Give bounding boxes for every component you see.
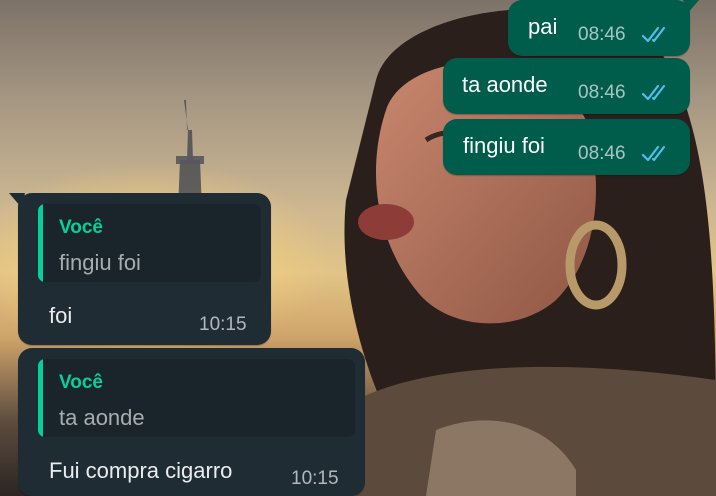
message-text: Fui compra cigarro xyxy=(49,458,233,483)
bubble-tail xyxy=(9,193,25,207)
quote-author: Você xyxy=(59,372,104,393)
quoted-message[interactable]: Você ta aonde xyxy=(38,359,355,437)
outgoing-message[interactable]: ta aonde 08:46 xyxy=(443,58,690,114)
incoming-message[interactable]: Você fingiu foi foi 10:15 xyxy=(9,193,271,345)
message-text: pai xyxy=(528,14,558,39)
double-check-read-icon xyxy=(641,84,666,101)
message-time: 10:15 xyxy=(291,468,339,489)
bubble-tail xyxy=(683,0,699,14)
message-text: ta aonde xyxy=(462,72,548,97)
outgoing-message[interactable]: pai 08:46 xyxy=(508,0,699,56)
message-time: 08:46 xyxy=(578,143,626,164)
double-check-read-icon xyxy=(641,145,666,162)
message-time: 08:46 xyxy=(578,82,626,103)
quote-author: Você xyxy=(59,217,104,238)
message-time: 08:46 xyxy=(578,24,626,45)
quote-accent-bar xyxy=(38,359,43,437)
quoted-message[interactable]: Você fingiu foi xyxy=(38,204,261,282)
quote-accent-bar xyxy=(38,204,43,282)
quote-text: ta aonde xyxy=(59,405,145,430)
message-text: fingiu foi xyxy=(463,133,545,158)
outgoing-message[interactable]: fingiu foi 08:46 xyxy=(443,119,690,175)
message-time: 10:15 xyxy=(199,314,247,335)
double-check-read-icon xyxy=(641,26,666,43)
incoming-message[interactable]: Você ta aonde Fui compra cigarro 10:15 xyxy=(18,348,365,496)
message-text: foi xyxy=(49,303,73,328)
quote-text: fingiu foi xyxy=(59,250,141,275)
